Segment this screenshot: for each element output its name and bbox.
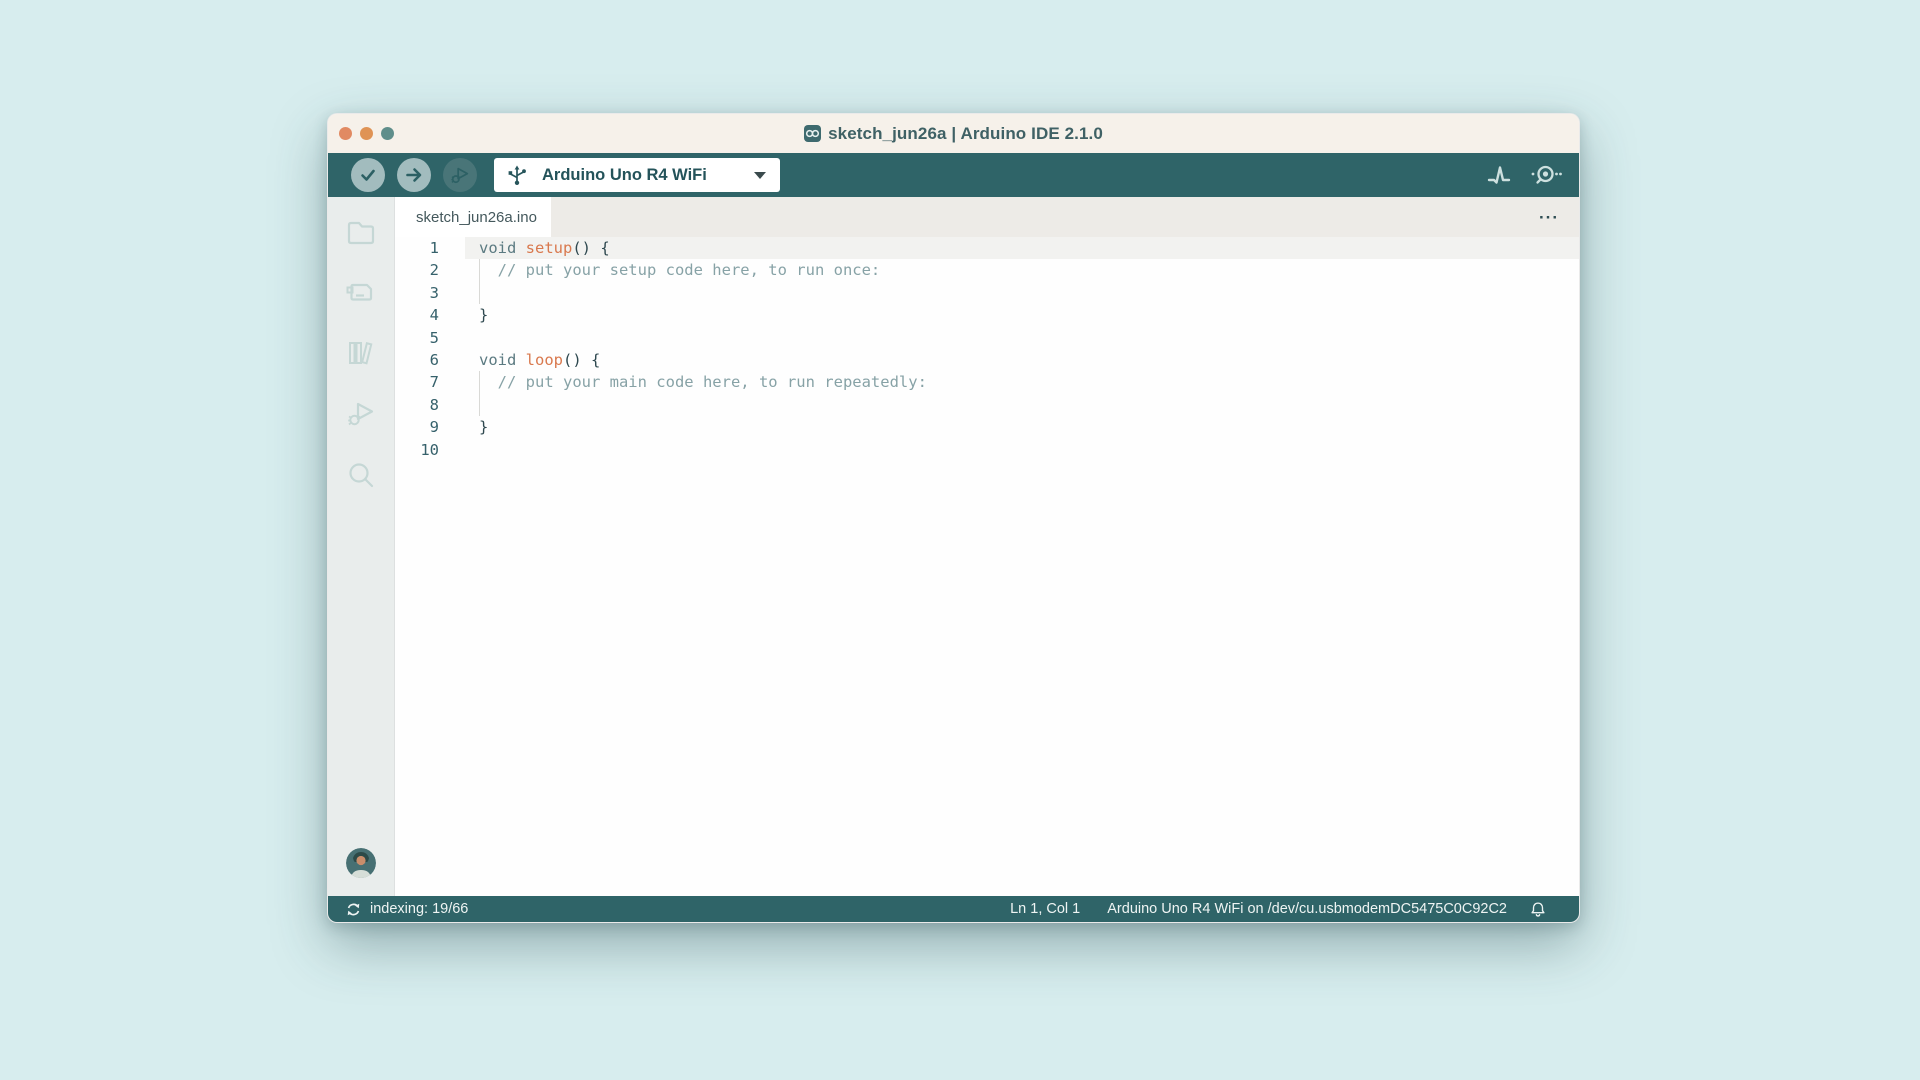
line-number: 6 [395, 349, 439, 371]
code-line[interactable]: 8 [395, 394, 1579, 416]
statusbar: indexing: 19/66 Ln 1, Col 1 Arduino Uno … [328, 896, 1579, 922]
code-line[interactable]: 3 [395, 282, 1579, 304]
line-number: 2 [395, 259, 439, 281]
line-number: 1 [395, 237, 439, 259]
toolbar-right [1486, 162, 1563, 188]
indent-guide [479, 371, 480, 393]
minimize-window-button[interactable] [360, 127, 373, 140]
folder-icon [345, 216, 377, 246]
window-title: sketch_jun26a | Arduino IDE 2.1.0 [828, 124, 1103, 144]
verify-button[interactable] [351, 158, 385, 192]
code-line[interactable]: 9} [395, 416, 1579, 438]
pulse-icon [1486, 162, 1512, 188]
debug-icon [449, 164, 471, 186]
code-line[interactable]: 6 void loop() { [395, 349, 1579, 371]
cursor-position[interactable]: Ln 1, Col 1 [1010, 901, 1080, 917]
usb-icon [506, 163, 528, 187]
line-content: } [465, 416, 1579, 438]
serial-plotter-button[interactable] [1486, 162, 1512, 188]
arduino-ide-window: sketch_jun26a | Arduino IDE 2.1.0 [327, 113, 1580, 923]
board-port-status[interactable]: Arduino Uno R4 WiFi on /dev/cu.usbmodemD… [1107, 901, 1507, 917]
tab-sketch-jun26a[interactable]: sketch_jun26a.ino [395, 197, 551, 237]
tab-label: sketch_jun26a.ino [416, 209, 537, 226]
line-number: 9 [395, 416, 439, 438]
serial-monitor-button[interactable] [1529, 162, 1563, 188]
code-line[interactable]: 2 // put your setup code here, to run on… [395, 259, 1579, 281]
tab-overflow-menu[interactable]: ··· [1539, 209, 1579, 226]
line-number: 3 [395, 282, 439, 304]
line-content: } [465, 304, 1579, 326]
line-content: void loop() { [465, 349, 1579, 371]
line-number: 4 [395, 304, 439, 326]
board-selector-label: Arduino Uno R4 WiFi [542, 166, 707, 185]
indent-guide [479, 259, 480, 281]
line-number: 5 [395, 327, 439, 349]
line-content [465, 394, 1579, 416]
line-content [465, 439, 1579, 461]
line-content [465, 282, 1579, 304]
line-number: 10 [395, 439, 439, 461]
indexing-status: indexing: 19/66 [345, 901, 468, 918]
debug-button[interactable] [443, 158, 477, 192]
sidebar-item-debug[interactable] [345, 398, 377, 430]
code-line[interactable]: 1 void setup() { [395, 237, 1579, 259]
line-content: void setup() { [465, 237, 1579, 259]
user-avatar[interactable] [346, 848, 376, 878]
board-selector-dropdown[interactable]: Arduino Uno R4 WiFi [494, 158, 780, 192]
code-line[interactable]: 4} [395, 304, 1579, 326]
line-number: 8 [395, 394, 439, 416]
line-content [465, 327, 1579, 349]
indent-guide [479, 394, 480, 416]
sidebar-item-boards-manager[interactable] [345, 276, 377, 308]
board-icon [345, 277, 377, 307]
line-number: 7 [395, 371, 439, 393]
code-line[interactable]: 10 [395, 439, 1579, 461]
toolbar: Arduino Uno R4 WiFi [328, 153, 1579, 197]
title-wrap: sketch_jun26a | Arduino IDE 2.1.0 [804, 124, 1103, 144]
books-icon [345, 337, 377, 369]
search-icon [345, 459, 377, 491]
arrow-right-icon [404, 165, 424, 185]
activity-sidebar [328, 197, 395, 896]
sidebar-item-library-manager[interactable] [345, 337, 377, 369]
close-window-button[interactable] [339, 127, 352, 140]
tabbar: sketch_jun26a.ino ··· [395, 197, 1579, 237]
titlebar: sketch_jun26a | Arduino IDE 2.1.0 [328, 114, 1579, 153]
line-content: // put your setup code here, to run once… [465, 259, 1579, 281]
statusbar-right: Ln 1, Col 1 Arduino Uno R4 WiFi on /dev/… [1010, 900, 1547, 919]
sidebar-item-sketchbook[interactable] [345, 215, 377, 247]
debug-bug-icon [345, 399, 377, 429]
caret-down-icon [754, 172, 766, 179]
code-editor[interactable]: 1void setup() {2 // put your setup code … [395, 237, 1579, 896]
check-icon [358, 165, 378, 185]
line-content: // put your main code here, to run repea… [465, 371, 1579, 393]
traffic-lights [339, 114, 394, 153]
code-line[interactable]: 5 [395, 327, 1579, 349]
indent-guide [479, 282, 480, 304]
sidebar-item-search[interactable] [345, 459, 377, 491]
arduino-app-icon [804, 125, 821, 142]
editor-content: sketch_jun26a.ino ··· 1void setup() {2 /… [395, 197, 1579, 896]
indexing-label: indexing: 19/66 [370, 901, 468, 917]
code-lines: 1void setup() {2 // put your setup code … [395, 237, 1579, 461]
magnifier-dots-icon [1529, 162, 1563, 188]
code-line[interactable]: 7 // put your main code here, to run rep… [395, 371, 1579, 393]
bell-icon [1529, 900, 1547, 919]
maximize-window-button[interactable] [381, 127, 394, 140]
sync-icon [345, 901, 362, 918]
upload-button[interactable] [397, 158, 431, 192]
notifications-button[interactable] [1529, 900, 1547, 919]
main-area: sketch_jun26a.ino ··· 1void setup() {2 /… [328, 197, 1579, 896]
